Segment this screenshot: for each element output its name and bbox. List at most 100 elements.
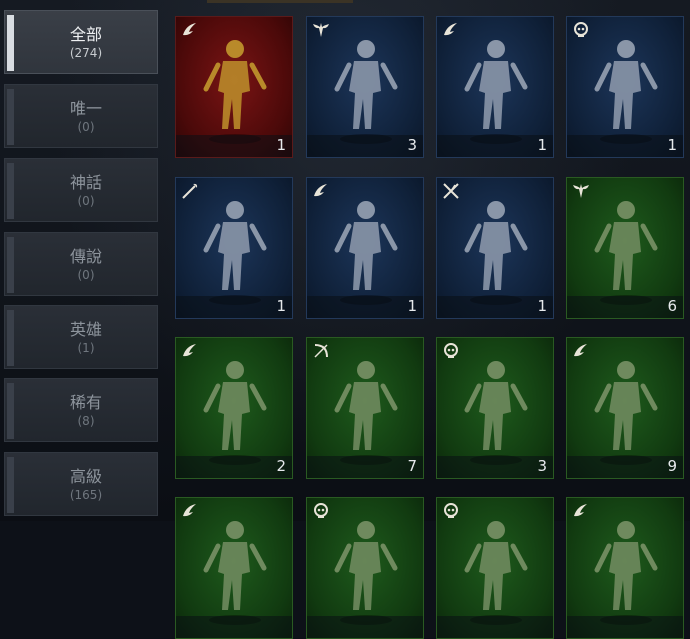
card-quantity: 1	[667, 136, 677, 154]
category-label: 高級	[69, 467, 102, 486]
wings-icon	[311, 20, 331, 40]
category-count: (0)	[77, 194, 95, 208]
character-card[interactable]	[306, 497, 424, 639]
staff-icon	[180, 181, 200, 201]
card-footer	[437, 456, 553, 478]
character-portrait	[594, 201, 658, 305]
category-label: 全部	[69, 25, 102, 44]
swoosh-icon	[180, 501, 200, 521]
skull-icon	[311, 501, 331, 521]
character-portrait	[464, 40, 528, 144]
selection-bar	[7, 237, 14, 293]
category-advanced[interactable]: 高級 (165)	[4, 452, 158, 516]
wings-icon	[571, 181, 591, 201]
character-portrait	[203, 521, 267, 625]
card-quantity: 1	[407, 297, 417, 315]
character-portrait	[334, 521, 398, 625]
character-card[interactable]: 1	[436, 16, 554, 158]
card-footer	[176, 135, 292, 157]
category-unique[interactable]: 唯一 (0)	[4, 84, 158, 148]
selection-bar	[7, 89, 14, 145]
card-quantity: 7	[407, 457, 417, 475]
character-portrait	[594, 521, 658, 625]
category-label: 稀有	[69, 393, 102, 412]
swoosh-icon	[571, 341, 591, 361]
skull-icon	[441, 341, 461, 361]
category-rare[interactable]: 稀有 (8)	[4, 378, 158, 442]
character-portrait	[464, 521, 528, 625]
card-footer	[437, 135, 553, 157]
skull-icon	[441, 501, 461, 521]
character-portrait	[334, 40, 398, 144]
card-footer	[567, 296, 683, 318]
character-portrait	[594, 40, 658, 144]
character-card[interactable]: 1	[566, 16, 684, 158]
character-card[interactable]	[175, 497, 293, 639]
card-quantity: 1	[276, 136, 286, 154]
category-hero[interactable]: 英雄 (1)	[4, 305, 158, 369]
character-portrait	[594, 361, 658, 465]
card-quantity: 3	[407, 136, 417, 154]
category-count: (274)	[69, 46, 103, 60]
character-card[interactable]: 2	[175, 337, 293, 479]
card-footer	[567, 456, 683, 478]
selection-bar	[7, 457, 14, 513]
card-footer	[176, 616, 292, 638]
card-quantity: 1	[276, 297, 286, 315]
card-footer	[176, 296, 292, 318]
character-card[interactable]: 7	[306, 337, 424, 479]
character-portrait	[334, 361, 398, 465]
bow-icon	[311, 341, 331, 361]
card-footer	[307, 135, 423, 157]
character-card[interactable]	[566, 497, 684, 639]
character-portrait	[464, 361, 528, 465]
swoosh-icon	[441, 20, 461, 40]
character-card[interactable]: 1	[306, 177, 424, 319]
card-footer	[307, 456, 423, 478]
character-card[interactable]: 1	[175, 177, 293, 319]
character-portrait	[203, 40, 267, 144]
character-card[interactable]: 3	[306, 16, 424, 158]
character-portrait	[334, 201, 398, 305]
card-footer	[567, 135, 683, 157]
category-count: (0)	[77, 268, 95, 282]
card-footer	[437, 296, 553, 318]
character-card[interactable]: 3	[436, 337, 554, 479]
card-quantity: 1	[537, 297, 547, 315]
card-quantity: 1	[537, 136, 547, 154]
swoosh-icon	[571, 501, 591, 521]
selection-bar	[7, 15, 14, 71]
swoosh-icon	[180, 20, 200, 40]
blades-icon	[441, 181, 461, 201]
character-card[interactable]: 1	[175, 16, 293, 158]
category-sidebar: 全部 (274) 唯一 (0) 神話 (0) 傳說 (0) 英雄 (1) 稀有 …	[0, 0, 165, 521]
character-card[interactable]: 9	[566, 337, 684, 479]
card-footer	[307, 296, 423, 318]
selection-bar	[7, 310, 14, 366]
character-card[interactable]	[436, 497, 554, 639]
card-quantity: 6	[667, 297, 677, 315]
character-portrait	[464, 201, 528, 305]
character-portrait	[203, 201, 267, 305]
category-label: 英雄	[69, 320, 102, 339]
selection-bar	[7, 163, 14, 219]
skull-icon	[571, 20, 591, 40]
character-card[interactable]: 6	[566, 177, 684, 319]
selection-bar	[7, 383, 14, 439]
card-footer	[437, 616, 553, 638]
category-count: (0)	[77, 120, 95, 134]
category-legendary[interactable]: 傳說 (0)	[4, 232, 158, 296]
character-card[interactable]: 1	[436, 177, 554, 319]
card-quantity: 2	[276, 457, 286, 475]
card-quantity: 3	[537, 457, 547, 475]
card-footer	[307, 616, 423, 638]
category-count: (165)	[69, 488, 103, 502]
category-count: (1)	[77, 341, 95, 355]
category-mythic[interactable]: 神話 (0)	[4, 158, 158, 222]
card-quantity: 9	[667, 457, 677, 475]
category-count: (8)	[77, 414, 95, 428]
swoosh-icon	[311, 181, 331, 201]
category-label: 唯一	[69, 99, 102, 118]
category-all[interactable]: 全部 (274)	[4, 10, 158, 74]
card-footer	[567, 616, 683, 638]
